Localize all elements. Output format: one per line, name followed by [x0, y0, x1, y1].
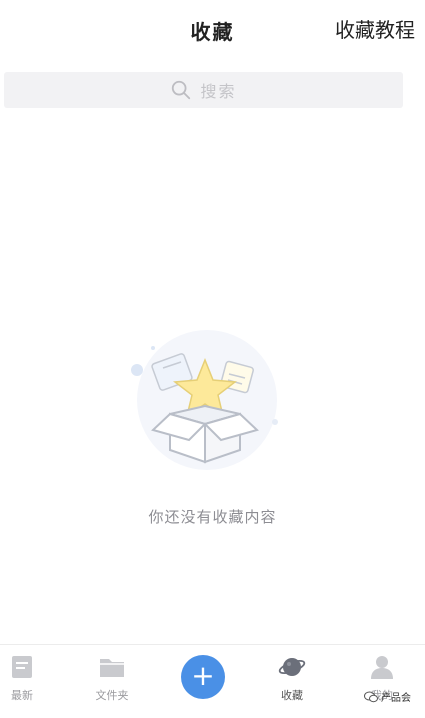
search-icon [172, 80, 191, 100]
empty-box-illustration [131, 330, 278, 470]
tab-label: 最新 [11, 689, 33, 702]
tab-label: 文件夹 [95, 689, 129, 702]
header: 收藏 收藏教程 [0, 0, 425, 62]
document-icon [12, 656, 32, 678]
tab-label: 收藏 [281, 689, 303, 702]
plus-icon: + [191, 659, 215, 692]
bottom-tab-bar: 最新 文件夹 + 收藏 我的 产品会 [0, 644, 425, 718]
tab-latest[interactable]: 最新 [0, 651, 52, 703]
person-icon [371, 656, 393, 679]
wechat-icon [364, 691, 378, 702]
watermark: 产品会 [364, 689, 411, 704]
search-placeholder: 搜索 [200, 82, 237, 101]
tab-favorites[interactable]: 收藏 [262, 651, 322, 703]
watermark-text: 产品会 [381, 693, 411, 704]
search-bar[interactable]: 搜索 [4, 72, 403, 108]
favorites-tutorial-link[interactable]: 收藏教程 [335, 14, 415, 43]
folder-icon [100, 659, 124, 677]
tab-folders[interactable]: 文件夹 [82, 651, 142, 703]
add-button[interactable]: + [181, 655, 225, 699]
empty-state-message: 你还没有收藏内容 [148, 508, 277, 526]
planet-icon [278, 658, 306, 676]
